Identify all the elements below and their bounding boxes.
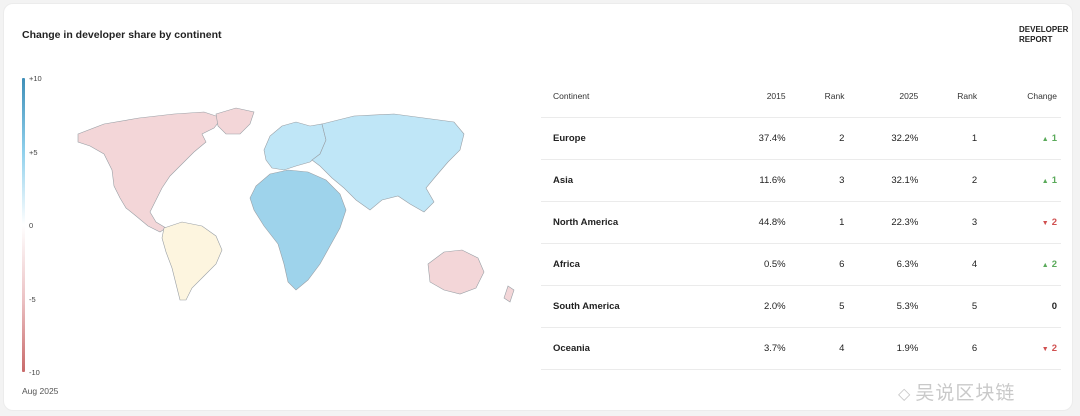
change-value: 0	[1052, 301, 1057, 312]
continent-name: South America	[541, 285, 716, 328]
change-number: 2	[1051, 217, 1057, 228]
change-number: 1	[1051, 133, 1057, 144]
column-header: Rank	[789, 75, 849, 118]
color-scale-tick: -10	[29, 368, 40, 377]
change-number: 1	[1051, 175, 1057, 186]
continent-name: Africa	[541, 243, 716, 286]
continent-africa	[249, 169, 347, 291]
share-2025: 32.2%	[848, 117, 923, 160]
arrow-down-icon: ▼	[1041, 220, 1049, 227]
share-2015: 44.8%	[715, 201, 790, 244]
share-2025: 22.3%	[848, 201, 923, 244]
change-value: ▼ 2	[1042, 343, 1057, 354]
continent-name: Oceania	[541, 327, 716, 370]
watermark-icon: ◇	[898, 386, 912, 403]
share-2015: 3.7%	[715, 327, 790, 370]
watermark-text: 吴说区块链	[915, 383, 1016, 404]
share-2015: 0.5%	[715, 243, 790, 286]
change-number: 0	[1051, 301, 1057, 312]
rank-2015: 4	[789, 327, 849, 370]
arrow-down-icon: ▼	[1041, 346, 1049, 353]
continent-north-america	[77, 111, 223, 233]
table-row: Africa 0.5% 6 6.3% 4 ▲ 2	[541, 243, 1061, 286]
share-2025: 1.9%	[848, 327, 923, 370]
column-header: 2025	[848, 75, 923, 118]
brand-line-1: DEVELOPER	[1019, 25, 1069, 34]
color-scale-tick: +5	[29, 147, 38, 157]
continent-greenland	[215, 107, 255, 135]
world-map	[77, 107, 515, 303]
chart-title: Change in developer share by continent	[22, 29, 222, 41]
rank-2025: 2	[922, 159, 982, 202]
brand-line-2: REPORT	[1019, 35, 1053, 44]
watermark: ◇ 吴说区块链	[898, 378, 1015, 405]
share-2025: 6.3%	[848, 243, 923, 286]
rank-2015: 1	[789, 201, 849, 244]
arrow-up-icon: ▲	[1041, 262, 1049, 269]
share-2015: 2.0%	[715, 285, 790, 328]
data-date: Aug 2025	[22, 386, 59, 396]
brand-logo: DEVELOPER REPORT	[1019, 25, 1069, 45]
arrow-up-icon: ▲	[1041, 178, 1049, 185]
change-cell: ▲ 1	[981, 117, 1061, 160]
change-number: 2	[1051, 343, 1057, 354]
change-cell: ▲ 2	[981, 243, 1061, 286]
continent-south-america	[161, 221, 223, 301]
change-value: ▲ 2	[1042, 259, 1057, 270]
color-scale-tick: +10	[29, 74, 42, 83]
continent-new-zealand	[503, 285, 515, 303]
continent-oceania	[427, 249, 485, 295]
arrow-up-icon: ▲	[1041, 136, 1049, 143]
continent-table: Continent 2015 Rank 2025 Rank Change Eur…	[541, 75, 1061, 370]
table-row: Oceania 3.7% 4 1.9% 6 ▼ 2	[541, 327, 1061, 370]
change-cell: ▲ 1	[981, 159, 1061, 202]
continent-name: Europe	[541, 117, 716, 160]
rank-2025: 4	[922, 243, 982, 286]
rank-2015: 5	[789, 285, 849, 328]
change-number: 2	[1051, 259, 1057, 270]
column-header: Change	[981, 75, 1061, 118]
column-header: Rank	[922, 75, 982, 118]
table-row: North America 44.8% 1 22.3% 3 ▼ 2	[541, 201, 1061, 244]
change-value: ▼ 2	[1042, 217, 1057, 228]
rank-2025: 5	[922, 285, 982, 328]
color-scale-tick: 0	[29, 221, 34, 230]
rank-2015: 2	[789, 117, 849, 160]
share-2025: 5.3%	[848, 285, 923, 328]
column-header: 2015	[715, 75, 790, 118]
table-row: Europe 37.4% 2 32.2% 1 ▲ 1	[541, 117, 1061, 160]
change-value: ▲ 1	[1042, 133, 1057, 144]
share-2025: 32.1%	[848, 159, 923, 202]
column-header: Continent	[541, 75, 716, 118]
rank-2015: 6	[789, 243, 849, 286]
share-2015: 11.6%	[715, 159, 790, 202]
color-scale-tick: -5	[29, 294, 36, 304]
continent-name: North America	[541, 201, 716, 244]
change-cell: ▼ 2	[981, 201, 1061, 244]
change-value: ▲ 1	[1042, 175, 1057, 186]
share-2015: 37.4%	[715, 117, 790, 160]
rank-2025: 1	[922, 117, 982, 160]
rank-2015: 3	[789, 159, 849, 202]
change-cell: 0	[981, 285, 1061, 328]
table-header-row: Continent 2015 Rank 2025 Rank Change	[541, 75, 1061, 118]
table-row: Asia 11.6% 3 32.1% 2 ▲ 1	[541, 159, 1061, 202]
table-row: South America 2.0% 5 5.3% 5 0	[541, 285, 1061, 328]
continent-name: Asia	[541, 159, 716, 202]
rank-2025: 6	[922, 327, 982, 370]
color-scale-bar	[22, 78, 25, 372]
rank-2025: 3	[922, 201, 982, 244]
change-cell: ▼ 2	[981, 327, 1061, 370]
